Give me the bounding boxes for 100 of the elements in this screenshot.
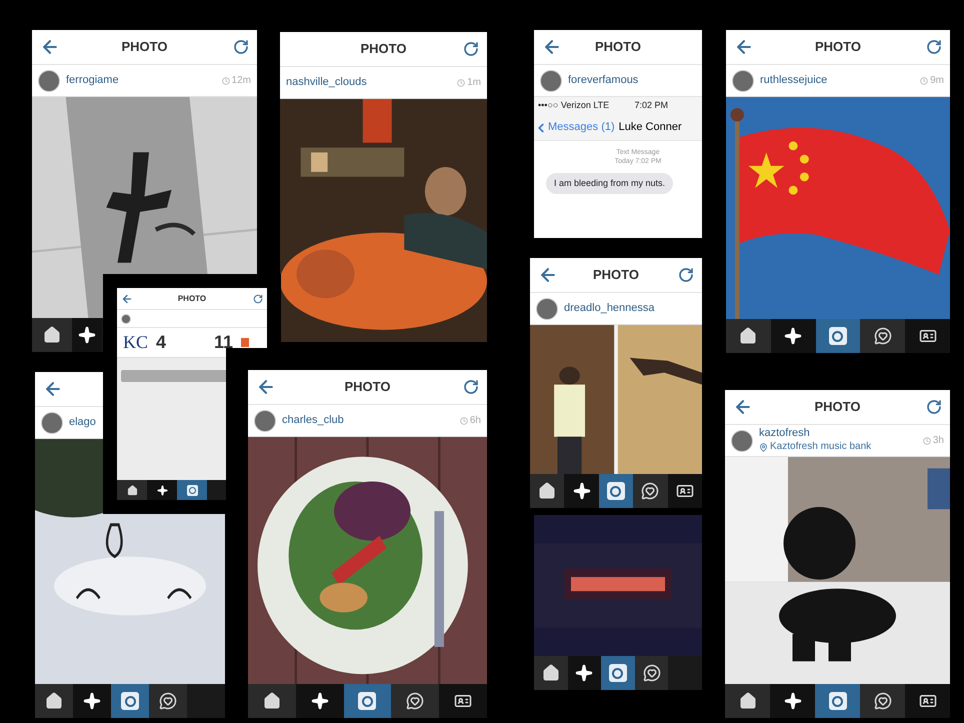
sparkle-icon — [78, 326, 96, 344]
username-link[interactable]: elago — [69, 416, 96, 430]
nav-tab[interactable] — [534, 656, 568, 690]
post-time: 6h — [470, 414, 481, 428]
heart-bubble-icon — [159, 692, 177, 710]
home-icon — [738, 692, 756, 710]
post-time: 12m — [232, 74, 251, 88]
nav-tab[interactable] — [73, 684, 111, 718]
home-icon — [126, 484, 138, 496]
id-card-icon — [918, 327, 937, 345]
username-link[interactable]: nashville_clouds — [286, 76, 367, 90]
home-icon — [542, 664, 560, 682]
clock-icon — [460, 416, 468, 424]
refresh-button[interactable] — [233, 39, 249, 55]
back-button[interactable] — [734, 37, 754, 57]
avatar[interactable] — [38, 70, 60, 92]
camera-icon — [121, 692, 139, 710]
camera-icon — [358, 692, 376, 710]
avatar[interactable] — [540, 70, 562, 92]
username-link[interactable]: dreadlo_hennessa — [564, 302, 655, 316]
location-link[interactable]: Kaztofresh music bank — [770, 441, 872, 454]
username-link[interactable]: ruthlessejuice — [760, 74, 828, 88]
nav-tab[interactable] — [530, 474, 564, 508]
heart-bubble-icon — [642, 664, 661, 682]
back-button[interactable] — [40, 37, 60, 57]
refresh-button[interactable] — [678, 267, 694, 283]
nav-tab[interactable] — [32, 318, 72, 352]
username-link[interactable]: kaztofresh — [759, 427, 810, 442]
back-button[interactable] — [256, 377, 276, 397]
screen-title: PHOTO — [815, 38, 861, 56]
avatar[interactable] — [536, 298, 558, 320]
back-button[interactable] — [43, 379, 63, 399]
nav-tab[interactable] — [117, 480, 147, 500]
nav-tab[interactable] — [149, 684, 187, 718]
clock-icon — [920, 76, 928, 84]
screen-title: PHOTO — [593, 266, 639, 284]
nav-tab[interactable] — [147, 480, 177, 500]
screen-title: PHOTO — [595, 38, 641, 56]
username-link[interactable]: ferrogiame — [66, 74, 119, 88]
home-icon — [43, 326, 61, 344]
avatar[interactable] — [41, 412, 63, 434]
avatar[interactable] — [121, 314, 131, 324]
opponent-score: 11 — [214, 331, 233, 354]
nav-tab[interactable] — [668, 474, 702, 508]
location-pin-icon — [759, 442, 768, 452]
back-button[interactable] — [733, 397, 753, 417]
nav-tab[interactable] — [860, 319, 906, 353]
nav-tab[interactable] — [726, 319, 771, 353]
team-score: 4 — [156, 331, 166, 354]
camera-icon — [828, 327, 847, 345]
username-link[interactable]: charles_club — [282, 414, 344, 428]
message-bubble: I am bleeding from my nuts. — [546, 172, 674, 194]
back-button[interactable] — [538, 265, 558, 285]
nav-tab[interactable] — [770, 319, 816, 353]
nav-tab[interactable] — [72, 318, 102, 352]
home-icon — [262, 692, 281, 710]
nav-tab[interactable] — [564, 474, 599, 508]
sparkle-icon — [784, 327, 802, 345]
nav-tab[interactable] — [598, 474, 634, 508]
clock-icon — [457, 78, 466, 86]
status-time: 7:02 PM — [634, 99, 668, 112]
nav-tab[interactable] — [248, 684, 296, 718]
refresh-button[interactable] — [926, 39, 942, 55]
back-button[interactable] — [121, 292, 133, 304]
avatar[interactable] — [731, 430, 753, 452]
nav-tab[interactable] — [725, 684, 770, 718]
refresh-button[interactable] — [463, 379, 479, 395]
nav-tab[interactable] — [634, 656, 668, 690]
screen-title: PHOTO — [360, 40, 406, 58]
refresh-button[interactable] — [926, 399, 942, 415]
back-button[interactable] — [542, 37, 562, 57]
avatar[interactable] — [254, 410, 276, 432]
id-card-icon — [918, 692, 936, 710]
sparkle-icon — [310, 692, 329, 710]
sparkle-icon — [83, 692, 101, 710]
clock-icon — [222, 76, 230, 84]
camera-icon — [828, 692, 846, 710]
nav-tab[interactable] — [568, 656, 602, 690]
nav-tab[interactable] — [296, 684, 344, 718]
sparkle-icon — [575, 664, 594, 682]
nav-tab[interactable] — [860, 684, 905, 718]
username-link[interactable]: foreverfamous — [568, 74, 638, 88]
nav-tab[interactable] — [344, 684, 392, 718]
refresh-button[interactable] — [253, 294, 263, 304]
nav-tab[interactable] — [816, 319, 860, 353]
nav-tab[interactable] — [905, 684, 950, 718]
heart-bubble-icon — [874, 692, 892, 710]
post-time: 9m — [930, 74, 944, 88]
sparkle-icon — [572, 482, 591, 500]
nav-tab[interactable] — [905, 319, 950, 353]
avatar[interactable] — [732, 70, 754, 92]
nav-tab[interactable] — [633, 474, 668, 508]
messages-back-link[interactable]: Messages (1) — [548, 119, 615, 136]
nav-tab[interactable] — [439, 684, 487, 718]
nav-tab[interactable] — [35, 684, 73, 718]
nav-tab[interactable] — [391, 684, 440, 718]
refresh-button[interactable] — [463, 41, 479, 57]
nav-tab[interactable] — [770, 684, 815, 718]
heart-bubble-icon — [874, 327, 892, 345]
home-icon — [45, 692, 63, 710]
